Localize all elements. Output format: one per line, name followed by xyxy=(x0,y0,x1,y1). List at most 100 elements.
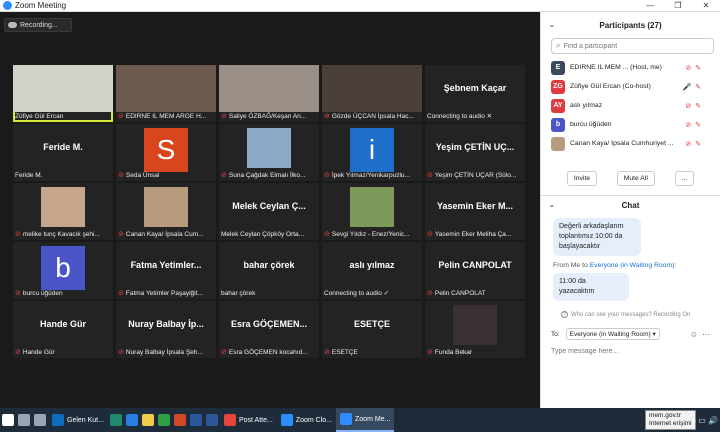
mic-video-status-icon[interactable]: ⊘ ✎ xyxy=(685,102,702,110)
participant-tile[interactable]: ⊘ Suna Çağdak Elmalı İlko... xyxy=(219,124,319,181)
participant-tile[interactable]: i ⊘ İpek Yılmaz/Yenikarpuzlu... xyxy=(322,124,422,181)
participant-name-label: Züfiye Gül Ercan xyxy=(15,111,111,121)
participant-name-text: Nuray Balbay İpsala Şeh... xyxy=(125,348,203,356)
participant-tile[interactable]: Hande Gür ⊘ Hande Gür xyxy=(13,301,113,358)
participant-tile[interactable]: ⊘ Canan Kaya/ İpsala Cum... xyxy=(116,183,216,240)
participant-row[interactable]: Canan Kaya/ İpsala Cumhuriyet ... ⊘ ✎ xyxy=(541,134,720,153)
participant-display-name: aslı yılmaz xyxy=(349,260,395,270)
participant-display-name: Feride M. xyxy=(43,142,83,152)
participant-name-text: burcu üğüden xyxy=(22,289,63,297)
participant-tile[interactable]: Fatma Yetimler... ⊘ Fatma Yetimler Paşayiğ… xyxy=(116,242,216,299)
taskbar-app-button[interactable] xyxy=(108,408,124,432)
participant-profile-photo xyxy=(144,187,188,227)
participant-name-label: ⊘ Hande Gür xyxy=(15,347,111,357)
chat-message-input[interactable] xyxy=(551,348,711,355)
participant-tile[interactable]: bahar çörek bahar çörek xyxy=(219,242,319,299)
invite-button[interactable]: Invite xyxy=(566,170,598,186)
participant-tile[interactable]: ⊘ Funda Bekar xyxy=(425,301,525,358)
taskbar-app-button[interactable] xyxy=(204,408,220,432)
participant-row[interactable]: E EDIRNE IL MEM ... (Host, me) ⊘ ✎ xyxy=(541,58,720,77)
app-icon xyxy=(157,414,170,426)
chat-more-icon[interactable]: ⋯ xyxy=(702,330,714,339)
participant-tile[interactable]: ⊘ Saliye ÖZBAĞ/Keşan An... xyxy=(219,65,319,122)
collapse-chevron-icon[interactable]: ⌄ xyxy=(549,21,555,29)
taskbar-app-button[interactable]: Zoom Clo... xyxy=(277,408,336,432)
participant-tile[interactable]: b ⊘ burcu üğüden xyxy=(13,242,113,299)
mic-video-status-icon[interactable]: ⊘ ✎ xyxy=(685,64,702,72)
participant-name-text: bahar çörek xyxy=(221,289,256,297)
minimize-button[interactable]: — xyxy=(636,0,664,12)
chat-header: ⌄ Chat xyxy=(541,196,720,214)
participant-search[interactable]: ⌕ xyxy=(551,38,714,54)
participant-search-input[interactable] xyxy=(563,42,704,50)
participant-avatar: ZG xyxy=(551,79,565,94)
maximize-button[interactable]: ❐ xyxy=(664,0,692,12)
taskbar-app-button[interactable] xyxy=(172,408,188,432)
participant-tile[interactable]: ⊘ melike tunç Kavacık şehi... xyxy=(13,183,113,240)
participant-tile[interactable]: S ⊘ Seda Ünsal xyxy=(116,124,216,181)
recipient-dropdown[interactable]: Everyone (in Waiting Room) ▾ xyxy=(565,328,660,340)
recording-indicator[interactable]: Recording... xyxy=(4,18,72,32)
mic-muted-icon: ⊘ xyxy=(118,172,124,179)
chat-tools: ☺⋯ xyxy=(690,330,714,339)
participant-name-text: Yasemin Eker Meliha Ça... xyxy=(434,230,512,238)
taskbar-app-button[interactable] xyxy=(0,408,16,432)
participant-tile[interactable]: aslı yılmaz Connecting to audio ✓ xyxy=(322,242,422,299)
participant-tile[interactable]: Melek Ceylan Ç... Melek Ceylan Çöpköy Ort… xyxy=(219,183,319,240)
taskbar-app-button[interactable] xyxy=(156,408,172,432)
participant-tile[interactable]: ⊘ Gözde ÜÇCAN İpsala Hac... xyxy=(322,65,422,122)
participant-row[interactable]: AY aslı yılmaz ⊘ ✎ xyxy=(541,96,720,115)
help-icon: ? xyxy=(561,311,568,318)
mic-muted-icon: ⊘ xyxy=(118,290,124,297)
participant-tile[interactable]: Yeşim ÇETİN UÇ... ⊘ Yeşim ÇETİN UÇAR (Sülo… xyxy=(425,124,525,181)
taskbar-app-button[interactable]: Gelen Kut... xyxy=(48,408,108,432)
participant-tile[interactable]: Feride M. Feride M. xyxy=(13,124,113,181)
mute-all-button[interactable]: Mute All xyxy=(616,170,655,186)
participant-display-name: ESETÇE xyxy=(353,319,390,329)
participant-tile[interactable]: Yasemin Eker M... ⊘ Yasemin Eker Meliha Ça… xyxy=(425,183,525,240)
participant-row[interactable]: ZG Züfiye Gül Ercan (Co-host) 🎤 ✎ xyxy=(541,77,720,96)
taskbar-app-button[interactable]: Zoom Me... xyxy=(336,408,395,432)
mic-muted-icon: ⊘ xyxy=(15,231,21,238)
participant-tile[interactable]: ⊘ EDIRNE IL MEM ARGE H... xyxy=(116,65,216,122)
system-tray[interactable]: ˄ ▭ 🔊 xyxy=(691,408,718,432)
participants-header: ⌄ Participants (27) xyxy=(541,12,720,38)
taskbar-app-button[interactable] xyxy=(16,408,32,432)
participant-row[interactable]: b burcu üğüden ⊘ ✎ xyxy=(541,115,720,134)
participant-tile[interactable]: ESETÇE ⊘ ESETÇE xyxy=(322,301,422,358)
participant-tile[interactable]: ⊘ Sevgi Yıldız - Enez/Yenic... xyxy=(322,183,422,240)
taskbar-app-button[interactable] xyxy=(32,408,48,432)
participant-name-text: Yeşim ÇETİN UÇAR (Sülo... xyxy=(434,171,517,179)
video-gallery: Recording... Züfiye Gül Ercan ⊘ EDIRNE IL … xyxy=(0,12,540,408)
close-button[interactable]: ✕ xyxy=(692,0,720,12)
who-can-see-notice[interactable]: ? Who can see your messages? Recording O… xyxy=(561,311,720,318)
participant-tile[interactable]: Esra GÖÇEMEN... ⊘ Esra GÖÇEMEN kocahıd... xyxy=(219,301,319,358)
taskbar-app-button[interactable] xyxy=(124,408,140,432)
mic-muted-icon: ⊘ xyxy=(221,113,227,120)
mic-video-status-icon[interactable]: ⊘ ✎ xyxy=(685,140,702,148)
participant-name-label: ⊘ Nuray Balbay İpsala Şeh... xyxy=(118,347,214,357)
chat-collapse-chevron-icon[interactable]: ⌄ xyxy=(549,201,555,209)
participant-tile[interactable]: Züfiye Gül Ercan xyxy=(13,65,113,122)
taskbar-app-button[interactable] xyxy=(140,408,156,432)
taskbar-app-button[interactable]: Post Atte... xyxy=(220,408,277,432)
participant-tile[interactable]: Şebnem Kaçar Connecting to audio ✕ xyxy=(425,65,525,122)
more-options-button[interactable]: ... xyxy=(674,170,695,186)
participant-name-text: Funda Bekar xyxy=(434,348,473,356)
app-icon xyxy=(18,414,30,426)
participant-name-text: Suna Çağdak Elmalı İlko... xyxy=(228,171,306,179)
participant-name-text: Melek Ceylan Çöpköy Orta... xyxy=(221,230,305,238)
participant-avatar: b xyxy=(41,246,85,290)
participant-name-text: melike tunç Kavacık şehi... xyxy=(22,230,100,238)
mic-muted-icon: ⊘ xyxy=(324,349,330,356)
emoji-icon[interactable]: ☺ xyxy=(690,330,702,339)
taskbar-app-button[interactable] xyxy=(188,408,204,432)
side-panel: ⌄ Participants (27) ⌕ E EDIRNE IL MEM ...… xyxy=(540,12,720,408)
mic-muted-icon: ⊘ xyxy=(118,231,124,238)
participant-name-label: ⊘ Sevgi Yıldız - Enez/Yenic... xyxy=(324,229,420,239)
participant-tile[interactable]: Nuray Balbay İp... ⊘ Nuray Balbay İpsala Ş… xyxy=(116,301,216,358)
chat-recipient-link[interactable]: Everyone (in Waiting Room) xyxy=(590,262,675,269)
mic-video-status-icon[interactable]: 🎤 ✎ xyxy=(682,83,702,91)
mic-video-status-icon[interactable]: ⊘ ✎ xyxy=(685,121,702,129)
participant-tile[interactable]: Pelin CANPOLAT ⊘ Pelin CANPOLAT xyxy=(425,242,525,299)
